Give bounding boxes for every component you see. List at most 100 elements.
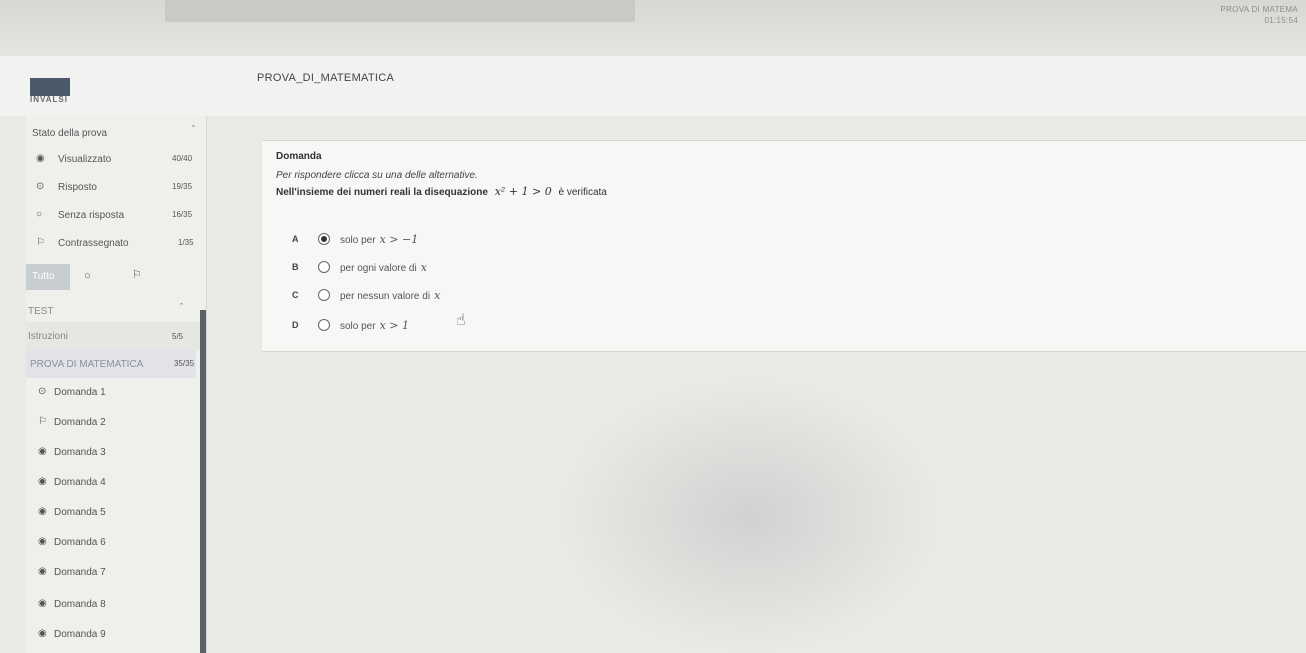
chevron-up-icon[interactable]: ˆ (180, 302, 183, 312)
eye-icon: ◉ (38, 506, 47, 517)
test-section-header[interactable]: TEST ˆ (26, 302, 206, 322)
sidebar-item-domanda-8[interactable]: ◉ Domanda 8 (26, 596, 206, 616)
option-text: per ogni valore di x (340, 261, 427, 274)
question-label: Domanda 8 (54, 599, 106, 610)
chevron-up-icon[interactable]: ˆ (192, 124, 195, 134)
question-math: x² + 1 > 0 (494, 185, 552, 198)
option-radio[interactable] (318, 289, 330, 301)
sidebar-item-domanda-4[interactable]: ◉ Domanda 4 (26, 474, 206, 494)
eye-icon: ◉ (38, 628, 47, 639)
option-text: solo per x > −1 (340, 233, 418, 246)
filter-flagged-icon[interactable]: ⚐ (132, 268, 142, 281)
sidebar-item-domanda-6[interactable]: ◉ Domanda 6 (26, 534, 206, 554)
state-title: Stato della prova (32, 128, 108, 139)
top-strip (165, 0, 635, 22)
prova-section[interactable]: PROVA DI MATEMATICA 35/35 (26, 350, 196, 378)
option-radio[interactable] (318, 261, 330, 273)
question-text: Nell'insieme dei numeri reali la disequa… (276, 185, 607, 198)
timer: PROVA DI MATEMA 01:15:54 (1220, 4, 1298, 26)
sidebar-item-domanda-3[interactable]: ◉ Domanda 3 (26, 444, 206, 464)
sidebar-item-domanda-5[interactable]: ◉ Domanda 5 (26, 504, 206, 524)
option-text: per nessun valore di x (340, 289, 440, 302)
question-label: Domanda 9 (54, 629, 106, 640)
option-letter: A (292, 234, 299, 244)
question-card: Domanda Per rispondere clicca su una del… (262, 140, 1306, 352)
eye-icon: ◉ (38, 476, 47, 487)
question-instruction: Per rispondere clicca su una delle alter… (276, 170, 478, 181)
stat-label: Contrassegnato (58, 238, 129, 249)
question-label: Domanda 3 (54, 447, 106, 458)
stat-label: Risposto (58, 182, 97, 193)
stat-risposto[interactable]: ⊙ Risposto 19/35 (26, 178, 206, 198)
option-math: x (434, 289, 441, 302)
empty-circle-icon: ○ (36, 209, 43, 220)
flag-icon: ⚐ (38, 416, 47, 427)
stat-label: Senza risposta (58, 210, 125, 221)
option-label: solo per (340, 321, 376, 332)
test-title: TEST (28, 306, 54, 317)
top-bar (0, 0, 1306, 56)
sidebar-item-domanda-1[interactable]: ⊙ Domanda 1 (26, 384, 206, 404)
question-label: Domanda 6 (54, 537, 106, 548)
istruzioni-label: Istruzioni (28, 331, 69, 342)
option-c[interactable]: C per nessun valore di x (288, 287, 548, 307)
istruzioni-count: 5/5 (172, 332, 184, 341)
stat-count: 16/35 (172, 210, 193, 219)
app-title: PROVA_DI_MATEMATICA (257, 72, 395, 84)
option-label: per nessun valore di (340, 291, 431, 302)
option-math: x (420, 261, 427, 274)
option-label: solo per (340, 235, 376, 246)
stat-senza-risposta[interactable]: ○ Senza risposta 16/35 (26, 206, 206, 226)
app-header (0, 56, 1306, 116)
istruzioni-item[interactable]: Istruzioni 5/5 (26, 322, 206, 350)
eye-icon: ◉ (36, 153, 45, 164)
option-letter: B (292, 262, 299, 272)
question-suffix: è verificata (558, 187, 607, 198)
prova-label: PROVA DI MATEMATICA (30, 359, 144, 370)
question-label: Domanda 4 (54, 477, 106, 488)
sidebar-scrollbar[interactable] (200, 310, 206, 653)
option-a[interactable]: A solo per x > −1 (288, 231, 548, 251)
option-letter: D (292, 320, 299, 330)
stat-label: Visualizzato (58, 154, 112, 165)
option-text: solo per x > 1 (340, 319, 409, 332)
stat-count: 19/35 (172, 182, 193, 191)
sidebar-item-domanda-9[interactable]: ◉ Domanda 9 (26, 626, 206, 646)
option-d[interactable]: D solo per x > 1 (288, 317, 548, 337)
screen-glare (560, 380, 940, 653)
eye-icon: ◉ (38, 446, 47, 457)
sidebar: Stato della prova ˆ ◉ Visualizzato 40/40… (26, 116, 207, 653)
eye-icon: ◉ (38, 566, 47, 577)
question-label: Domanda 7 (54, 567, 106, 578)
option-label: per ogni valore di (340, 263, 417, 274)
stat-visualizzato[interactable]: ◉ Visualizzato 40/40 (26, 150, 206, 170)
option-radio-selected[interactable] (318, 233, 330, 245)
flag-icon: ⚐ (36, 237, 45, 248)
sidebar-item-domanda-2[interactable]: ⚐ Domanda 2 (26, 414, 206, 434)
option-math: x > −1 (379, 233, 419, 246)
question-label: Domanda 2 (54, 417, 106, 428)
filter-all-button[interactable]: Tutto (26, 264, 70, 290)
eye-icon: ◉ (38, 598, 47, 609)
stat-contrassegnato[interactable]: ⚐ Contrassegnato 1/35 (26, 234, 206, 254)
eye-icon: ◉ (38, 536, 47, 547)
filter-unanswered-icon[interactable]: ○ (84, 270, 91, 282)
logo-text: INVALSI (30, 95, 68, 104)
timer-label: PROVA DI MATEMA (1220, 5, 1298, 14)
option-radio[interactable] (318, 319, 330, 331)
state-section-header[interactable]: Stato della prova ˆ (26, 120, 206, 146)
sidebar-item-domanda-7[interactable]: ◉ Domanda 7 (26, 564, 206, 584)
hand-cursor-icon: ☝ (456, 312, 466, 329)
question-prefix: Nell'insieme dei numeri reali la disequa… (276, 187, 488, 198)
invalsi-logo: INVALSI (30, 78, 70, 106)
radio-dot-icon: ⊙ (38, 386, 47, 397)
filter-row: Tutto ○ ⚐ (26, 264, 206, 290)
question-label: Domanda 1 (54, 387, 106, 398)
prova-count: 35/35 (174, 359, 195, 368)
stat-count: 40/40 (172, 154, 193, 163)
option-b[interactable]: B per ogni valore di x (288, 259, 548, 279)
question-title: Domanda (276, 151, 322, 162)
question-label: Domanda 5 (54, 507, 106, 518)
logo-mark (30, 78, 70, 96)
option-math: x > 1 (379, 319, 409, 332)
